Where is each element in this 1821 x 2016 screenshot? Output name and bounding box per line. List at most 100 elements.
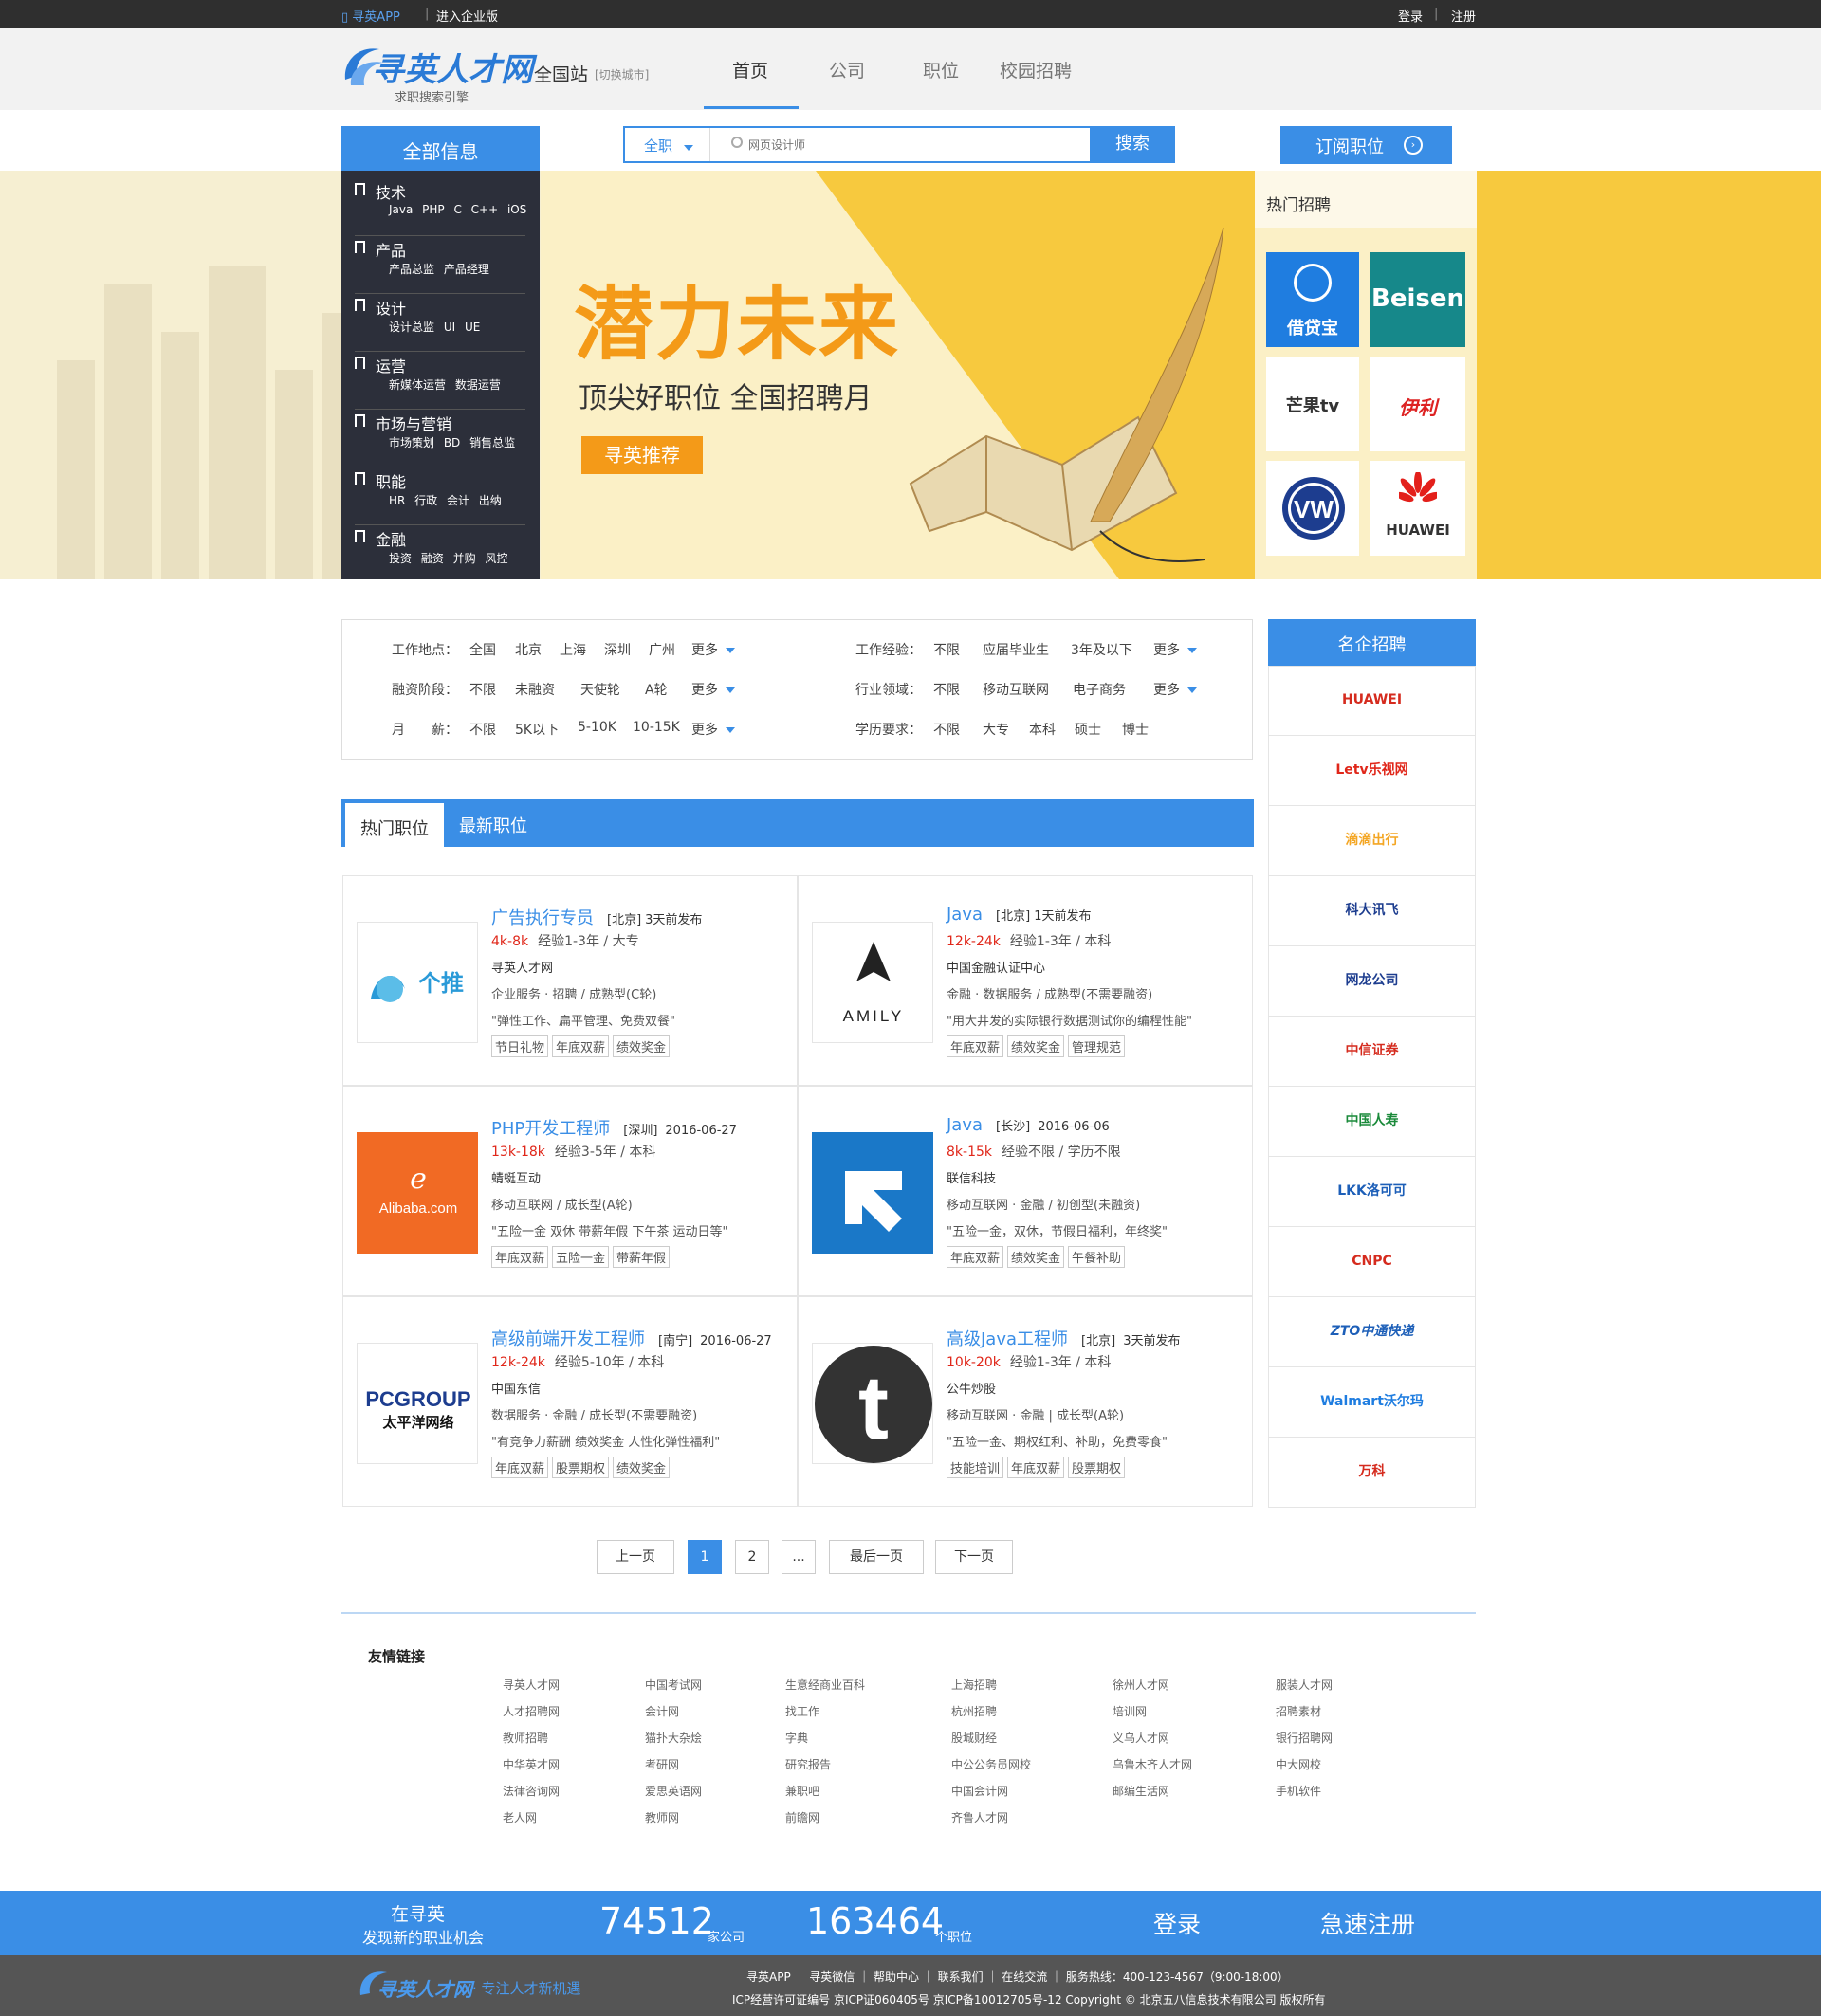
friend-link[interactable]: 兼职吧 bbox=[785, 1783, 819, 1799]
friend-link[interactable]: 考研网 bbox=[645, 1756, 679, 1772]
filter-option[interactable]: 不限 bbox=[933, 640, 960, 659]
hot-company-mangotv[interactable]: 芒果tv bbox=[1266, 357, 1359, 451]
friend-link[interactable]: 招聘素材 bbox=[1276, 1703, 1321, 1719]
banner-recommend-button[interactable]: 寻英推荐 bbox=[581, 436, 703, 474]
friend-link[interactable]: 银行招聘网 bbox=[1276, 1730, 1333, 1746]
company-name[interactable]: 寻英人才网 bbox=[491, 958, 553, 976]
category-subs[interactable]: 新媒体运营 数据运营 bbox=[389, 376, 501, 393]
filter-option[interactable]: 不限 bbox=[933, 720, 960, 739]
filter-option[interactable]: 全国 bbox=[469, 640, 496, 659]
company-name[interactable]: 蜻蜓互动 bbox=[491, 1168, 541, 1186]
friend-link[interactable]: 前瞻网 bbox=[785, 1809, 819, 1825]
job-card[interactable]: AMILY Java [北京] 1天前发布 12k-24k 经验1-3年 / 本科 中… bbox=[798, 875, 1253, 1086]
company-name[interactable]: 公牛炒股 bbox=[947, 1379, 996, 1397]
page-button-active[interactable]: 1 bbox=[688, 1540, 722, 1574]
filter-option[interactable]: A轮 bbox=[645, 680, 668, 699]
friend-link[interactable]: 杭州招聘 bbox=[951, 1703, 997, 1719]
filter-more-salary[interactable]: 更多 bbox=[691, 720, 735, 739]
job-title[interactable]: 广告执行专员 bbox=[491, 908, 594, 928]
friend-link[interactable]: 乌鲁木齐人才网 bbox=[1113, 1756, 1192, 1772]
friend-link[interactable]: 中国考试网 bbox=[645, 1677, 702, 1693]
company-name[interactable]: 中国东信 bbox=[491, 1379, 541, 1397]
filter-option[interactable]: 大专 bbox=[983, 720, 1009, 739]
famous-company-item[interactable]: LKK洛可可 bbox=[1268, 1157, 1476, 1227]
hot-company-yili[interactable]: 伊利 bbox=[1370, 357, 1465, 451]
footer-logo[interactable]: 寻英人才网 bbox=[377, 1974, 472, 2002]
enterprise-link[interactable]: 进入企业版 bbox=[436, 7, 498, 25]
famous-company-item[interactable]: CNPC bbox=[1268, 1227, 1476, 1297]
friend-link[interactable]: 邮编生活网 bbox=[1113, 1783, 1169, 1799]
friend-link[interactable]: 上海招聘 bbox=[951, 1677, 997, 1693]
famous-company-item[interactable]: 中信证券 bbox=[1268, 1017, 1476, 1087]
nav-home[interactable]: 首页 bbox=[732, 57, 768, 82]
filter-option[interactable]: 电子商务 bbox=[1073, 680, 1126, 699]
filter-option[interactable]: 不限 bbox=[933, 680, 960, 699]
friend-link[interactable]: 找工作 bbox=[785, 1703, 819, 1719]
famous-company-item[interactable]: 科大讯飞 bbox=[1268, 876, 1476, 946]
switch-city-link[interactable]: [切换城市] bbox=[595, 66, 649, 82]
filter-more-funding[interactable]: 更多 bbox=[691, 680, 735, 699]
famous-company-item[interactable]: Letv乐视网 bbox=[1268, 736, 1476, 806]
friend-link[interactable]: 徐州人才网 bbox=[1113, 1677, 1169, 1693]
last-page-button[interactable]: 最后一页 bbox=[829, 1540, 924, 1574]
friend-link[interactable]: 齐鲁人才网 bbox=[951, 1809, 1008, 1825]
job-card[interactable]: e Alibaba.com PHP开发工程师 [深圳] 2016-06-27 13k-… bbox=[342, 1086, 798, 1296]
filter-option[interactable]: 移动互联网 bbox=[983, 680, 1049, 699]
filter-option[interactable]: 5-10K bbox=[578, 720, 616, 735]
job-title[interactable]: 高级前端开发工程师 bbox=[491, 1329, 645, 1349]
famous-company-item[interactable]: 中国人寿 bbox=[1268, 1087, 1476, 1157]
filter-option[interactable]: 天使轮 bbox=[580, 680, 620, 699]
nav-campus[interactable]: 校园招聘 bbox=[1000, 57, 1072, 82]
friend-link[interactable]: 人才招聘网 bbox=[503, 1703, 560, 1719]
friend-link[interactable]: 义乌人才网 bbox=[1113, 1730, 1169, 1746]
filter-option[interactable]: 广州 bbox=[649, 640, 675, 659]
filter-option[interactable]: 应届毕业生 bbox=[983, 640, 1049, 659]
category-subs[interactable]: Java PHP C C++ iOS bbox=[389, 203, 526, 216]
prev-page-button[interactable]: 上一页 bbox=[597, 1540, 674, 1574]
tab-hot-jobs[interactable]: 热门职位 bbox=[345, 803, 444, 847]
footer-links[interactable]: 寻英APP ｜ 寻英微信 ｜ 帮助中心 ｜ 联系我们 ｜ 在线交流 ｜ 服务热线… bbox=[746, 1969, 1289, 1985]
friend-link[interactable]: 生意经商业百科 bbox=[785, 1677, 865, 1693]
famous-company-item[interactable]: 滴滴出行 bbox=[1268, 806, 1476, 876]
job-title[interactable]: 高级Java工程师 bbox=[947, 1329, 1068, 1349]
filter-option[interactable]: 不限 bbox=[469, 680, 496, 699]
job-type-select[interactable]: 全职 bbox=[625, 128, 710, 161]
friend-link[interactable]: 中公公务员网校 bbox=[951, 1756, 1031, 1772]
friend-link[interactable]: 法律咨询网 bbox=[503, 1783, 560, 1799]
friend-link[interactable]: 寻英人才网 bbox=[503, 1677, 560, 1693]
app-link[interactable]: ▯ 寻英APP bbox=[341, 7, 400, 25]
friend-link[interactable]: 服装人才网 bbox=[1276, 1677, 1333, 1693]
nav-company[interactable]: 公司 bbox=[829, 57, 865, 82]
friend-link[interactable]: 中国会计网 bbox=[951, 1783, 1008, 1799]
search-input[interactable] bbox=[748, 135, 985, 156]
register-link[interactable]: 注册 bbox=[1451, 7, 1476, 25]
filter-option[interactable]: 5K以下 bbox=[515, 720, 559, 739]
friend-link[interactable]: 中华英才网 bbox=[503, 1756, 560, 1772]
filter-option[interactable]: 未融资 bbox=[515, 680, 555, 699]
login-link[interactable]: 登录 bbox=[1398, 7, 1423, 25]
filter-option[interactable]: 博士 bbox=[1122, 720, 1149, 739]
famous-company-item[interactable]: 网龙公司 bbox=[1268, 946, 1476, 1017]
job-card[interactable]: PCGROUP 太平洋网络 高级前端开发工程师 [南宁] 2016-06-27 12k… bbox=[342, 1296, 798, 1507]
page-ellipsis[interactable]: ... bbox=[782, 1540, 816, 1574]
friend-link[interactable]: 教师招聘 bbox=[503, 1730, 548, 1746]
friend-link[interactable]: 猫扑大杂烩 bbox=[645, 1730, 702, 1746]
stats-register-button[interactable]: 急速注册 bbox=[1320, 1906, 1415, 1940]
filter-option[interactable]: 10-15K bbox=[633, 720, 680, 735]
nav-jobs[interactable]: 职位 bbox=[923, 57, 959, 82]
job-card[interactable]: 个推 广告执行专员 [北京] 3天前发布 4k-8k 经验1-3年 / 大专 寻英人才… bbox=[342, 875, 798, 1086]
friend-link[interactable]: 中大网校 bbox=[1276, 1756, 1321, 1772]
friend-link[interactable]: 手机软件 bbox=[1276, 1783, 1321, 1799]
job-title[interactable]: Java bbox=[947, 1115, 983, 1135]
subscribe-button[interactable]: 订阅职位 › bbox=[1280, 126, 1452, 164]
hot-company-jiedaibao[interactable]: 借贷宝 bbox=[1266, 252, 1359, 347]
friend-link[interactable]: 培训网 bbox=[1113, 1703, 1147, 1719]
filter-option[interactable]: 深圳 bbox=[604, 640, 631, 659]
stats-login-button[interactable]: 登录 bbox=[1153, 1906, 1201, 1940]
famous-company-item[interactable]: HUAWEI bbox=[1268, 666, 1476, 736]
friend-link[interactable]: 字典 bbox=[785, 1730, 808, 1746]
friend-link[interactable]: 会计网 bbox=[645, 1703, 679, 1719]
friend-link[interactable]: 教师网 bbox=[645, 1809, 679, 1825]
hot-company-huawei[interactable]: HUAWEI bbox=[1370, 461, 1465, 556]
friend-link[interactable]: 爱思英语网 bbox=[645, 1783, 702, 1799]
